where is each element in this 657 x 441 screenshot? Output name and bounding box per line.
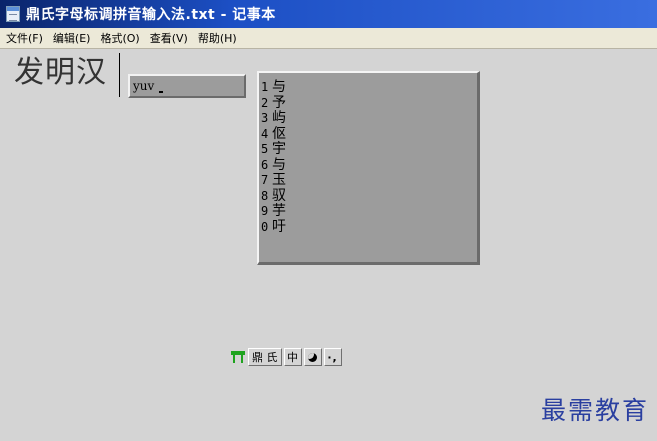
watermark: 最需教育 <box>540 396 649 425</box>
text-caret <box>119 53 120 97</box>
document-text: 发明汉 <box>14 55 107 90</box>
menu-format[interactable]: 格式(O) <box>100 30 139 46</box>
candidate-list: 1与 2予 3屿 4伛 5宇 6与 7玉 8驭 9芋 0吁 <box>261 78 286 235</box>
chinese-mode-button[interactable]: 中 <box>283 348 302 366</box>
candidate-char: 与 <box>272 79 286 95</box>
candidate-item[interactable]: 9芋 <box>261 202 286 219</box>
candidate-item[interactable]: 6与 <box>261 156 286 173</box>
ime-composition-window: yuv <box>128 74 246 98</box>
text-editor-area[interactable]: 发明汉 yuv 1与 2予 3屿 4伛 5宇 6与 7玉 8驭 9芋 0吁 鼎 … <box>0 49 657 441</box>
menu-edit[interactable]: 编辑(E) <box>53 30 91 46</box>
ime-candidate-window: 1与 2予 3屿 4伛 5宇 6与 7玉 8驭 9芋 0吁 <box>257 71 480 265</box>
ime-name-button[interactable]: 鼎 氏 <box>248 348 282 366</box>
menu-view[interactable]: 查看(V) <box>150 30 188 46</box>
candidate-item[interactable]: 2予 <box>261 94 286 111</box>
notepad-icon <box>6 6 20 22</box>
ime-status-toolbar: 鼎 氏 中 ·, <box>230 348 344 366</box>
menu-file[interactable]: 文件(F) <box>6 30 43 46</box>
punctuation-mode-button[interactable]: ·, <box>323 348 342 366</box>
menu-help[interactable]: 帮助(H) <box>198 30 237 46</box>
candidate-number: 0 <box>261 219 269 234</box>
candidate-char: 屿 <box>272 110 286 126</box>
candidate-item[interactable]: 0吁 <box>261 218 286 235</box>
candidate-item[interactable]: 3屿 <box>261 109 286 126</box>
candidate-char: 宇 <box>272 141 286 157</box>
candidate-item[interactable]: 7玉 <box>261 171 286 188</box>
candidate-item[interactable]: 5宇 <box>261 140 286 157</box>
candidate-item[interactable]: 1与 <box>261 78 286 95</box>
half-width-moon-icon[interactable] <box>303 348 322 366</box>
ime-logo-icon[interactable] <box>230 348 246 366</box>
candidate-char: 吁 <box>272 218 286 235</box>
menu-bar: 文件(F) 编辑(E) 格式(O) 查看(V) 帮助(H) <box>0 28 657 49</box>
candidate-char: 芋 <box>272 203 286 219</box>
candidate-item[interactable]: 4伛 <box>261 125 286 142</box>
composition-cursor <box>159 91 163 93</box>
title-bar[interactable]: 鼎氏字母标调拼音输入法.txt - 记事本 <box>0 0 657 28</box>
candidate-char: 玉 <box>272 172 286 188</box>
composition-text: yuv <box>133 79 155 93</box>
window-title: 鼎氏字母标调拼音输入法.txt - 记事本 <box>26 7 276 23</box>
candidate-item[interactable]: 8驭 <box>261 187 286 204</box>
